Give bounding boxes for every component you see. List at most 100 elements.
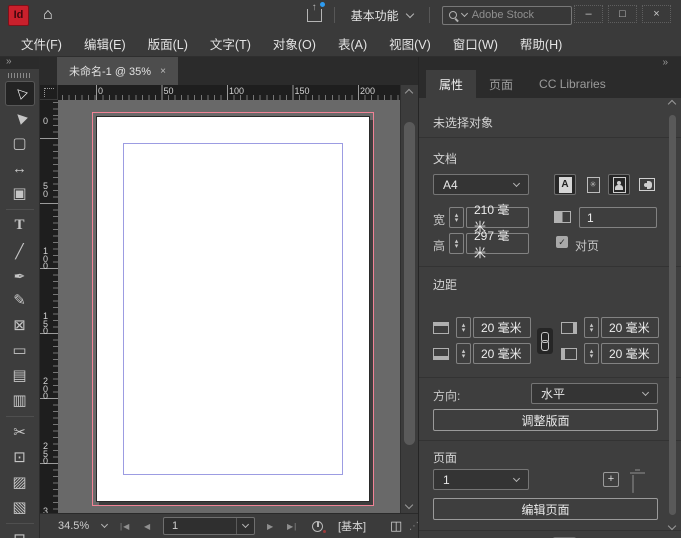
horizontal-ruler[interactable]: 0 50 100 150 200 bbox=[58, 85, 400, 100]
scroll-down-icon[interactable] bbox=[404, 500, 414, 510]
vertical-ruler[interactable]: 050100150200250300 bbox=[40, 100, 58, 513]
margin-inside-field[interactable]: 20 毫米 bbox=[601, 317, 659, 338]
menu-item[interactable]: 视图(V) bbox=[378, 34, 442, 53]
menu-item[interactable]: 编辑(E) bbox=[73, 34, 137, 53]
previous-page-button[interactable]: ◀ bbox=[144, 514, 151, 538]
line-tool[interactable]: ╱ bbox=[0, 238, 39, 263]
orientation-portrait-button[interactable] bbox=[608, 174, 630, 195]
collapse-panel-icon[interactable]: » bbox=[662, 58, 668, 68]
frame-tool[interactable]: ⊠ bbox=[0, 313, 39, 338]
scissors-tool[interactable]: ✂ bbox=[0, 420, 39, 445]
content-collector-tool[interactable]: ▣ bbox=[0, 181, 39, 206]
page-select-value: 1 bbox=[443, 472, 450, 487]
search-scope-chevron-icon[interactable] bbox=[460, 9, 468, 18]
step-down-icon[interactable]: ▾ bbox=[462, 327, 466, 334]
facing-pages-checkbox[interactable]: ✓ bbox=[556, 236, 568, 248]
edit-pages-button[interactable]: 编辑页面 bbox=[433, 498, 658, 520]
pen-tool[interactable]: ✒ bbox=[0, 263, 39, 288]
writing-direction-horizontal-button[interactable]: A bbox=[554, 174, 576, 195]
width-stepper[interactable]: ▴ ▾ bbox=[449, 207, 464, 228]
document-page[interactable] bbox=[92, 112, 374, 506]
last-page-button[interactable]: ▶| bbox=[287, 514, 297, 538]
preflight-button[interactable] bbox=[312, 514, 326, 538]
link-margins-button[interactable] bbox=[537, 328, 553, 354]
adjust-layout-button[interactable]: 调整版面 bbox=[433, 409, 658, 431]
step-down-icon[interactable]: ▾ bbox=[455, 217, 459, 224]
close-button[interactable]: × bbox=[642, 5, 671, 23]
scroll-down-icon[interactable] bbox=[667, 521, 677, 531]
margin-top-stepper[interactable]: ▴ ▾ bbox=[456, 317, 471, 338]
height-field[interactable]: 297 毫米 bbox=[466, 229, 529, 260]
home-icon[interactable]: ⌂ bbox=[43, 6, 53, 24]
menu-item[interactable]: 表(A) bbox=[327, 34, 378, 53]
direction-select[interactable]: 水平 bbox=[531, 383, 658, 404]
menu-item[interactable]: 对象(O) bbox=[262, 34, 327, 53]
scrollbar-thumb[interactable] bbox=[404, 122, 415, 445]
orientation-landscape-button[interactable] bbox=[636, 174, 658, 195]
page-number-select[interactable]: 1 bbox=[163, 517, 255, 535]
margin-outside-field[interactable]: 20 毫米 bbox=[601, 343, 659, 364]
width-field[interactable]: 210 毫米 bbox=[466, 203, 529, 234]
share-icon[interactable]: ↑ bbox=[306, 1, 325, 22]
menu-item[interactable]: 版面(L) bbox=[137, 34, 199, 53]
free-transform-tool[interactable]: ⊡ bbox=[0, 445, 39, 470]
note-tool[interactable]: ⊟ bbox=[0, 527, 39, 538]
menu-item[interactable]: 文件(F) bbox=[10, 34, 73, 53]
first-page-button[interactable]: |◀ bbox=[120, 514, 130, 538]
pasteboard[interactable] bbox=[58, 100, 400, 513]
margin-bottom-stepper[interactable]: ▴ ▾ bbox=[456, 343, 471, 364]
margin-outside-stepper[interactable]: ▴ ▾ bbox=[584, 343, 599, 364]
maximize-button[interactable]: □ bbox=[608, 5, 637, 23]
step-down-icon[interactable]: ▾ bbox=[590, 353, 594, 360]
menu-item[interactable]: 文字(T) bbox=[199, 34, 262, 53]
expand-panel-icon[interactable]: » bbox=[6, 57, 12, 67]
step-down-icon[interactable]: ▾ bbox=[590, 327, 594, 334]
gap-tool[interactable]: ↔ bbox=[0, 156, 39, 181]
page-tool[interactable]: ▢ bbox=[0, 131, 39, 156]
page-size-select[interactable]: A4 bbox=[433, 174, 529, 195]
page-select-chevron[interactable] bbox=[236, 518, 254, 534]
ruler-origin[interactable] bbox=[40, 85, 58, 100]
horizontal-grid-tool[interactable]: ▤ bbox=[0, 363, 39, 388]
zoom-dropdown-icon[interactable] bbox=[100, 514, 109, 538]
close-tab-icon[interactable]: × bbox=[160, 66, 166, 77]
writing-direction-vertical-button[interactable]: ✳ bbox=[582, 174, 604, 195]
next-page-button[interactable]: ▶ bbox=[267, 514, 274, 538]
panel-scrollbar[interactable] bbox=[664, 98, 681, 538]
tab-properties[interactable]: 属性 bbox=[426, 70, 477, 98]
selection-tool[interactable]: ▷ bbox=[4, 81, 35, 106]
tab-pages[interactable]: 页面 bbox=[476, 70, 527, 98]
scroll-up-icon[interactable] bbox=[404, 88, 414, 98]
menu-item[interactable]: 帮助(H) bbox=[509, 34, 573, 53]
spread-view-icon[interactable]: ◫ bbox=[390, 514, 402, 538]
margin-bottom-field[interactable]: 20 毫米 bbox=[473, 343, 531, 364]
step-down-icon[interactable]: ▾ bbox=[455, 243, 459, 250]
minimize-button[interactable]: – bbox=[574, 5, 603, 23]
page-select[interactable]: 1 bbox=[433, 469, 529, 490]
delete-page-icon[interactable] bbox=[632, 475, 634, 493]
height-stepper[interactable]: ▴ ▾ bbox=[449, 233, 464, 254]
margin-top-field[interactable]: 20 毫米 bbox=[473, 317, 531, 338]
margin-inside-stepper[interactable]: ▴ ▾ bbox=[584, 317, 599, 338]
document-tab[interactable]: 未命名-1 @ 35% × bbox=[57, 57, 178, 85]
page-count-field[interactable]: 1 bbox=[579, 207, 657, 228]
scroll-up-icon[interactable] bbox=[667, 99, 677, 109]
workspace-switcher[interactable]: 基本功能 bbox=[347, 7, 417, 24]
rectangle-tool[interactable]: ▭ bbox=[0, 338, 39, 363]
adobe-stock-search-input[interactable]: Adobe Stock bbox=[441, 5, 572, 25]
add-page-button[interactable]: + bbox=[603, 472, 619, 487]
type-tool[interactable]: T bbox=[0, 213, 39, 238]
menu-item[interactable]: 窗口(W) bbox=[442, 34, 509, 53]
canvas-vertical-scrollbar[interactable] bbox=[400, 85, 418, 513]
pencil-tool[interactable]: ✎ bbox=[0, 288, 39, 313]
vertical-grid-tool[interactable]: ▥ bbox=[0, 388, 39, 413]
zoom-level[interactable]: 34.5% bbox=[58, 514, 89, 538]
preflight-profile[interactable]: [基本] bbox=[338, 514, 366, 538]
direct-selection-tool[interactable]: ▶ bbox=[0, 106, 39, 131]
step-down-icon[interactable]: ▾ bbox=[462, 353, 466, 360]
scrollbar-thumb[interactable] bbox=[669, 115, 676, 515]
tools-panel-grip[interactable] bbox=[7, 73, 32, 78]
gradient-swatch-tool[interactable]: ▨ bbox=[0, 470, 39, 495]
gradient-feather-tool[interactable]: ▧ bbox=[0, 495, 39, 520]
tab-cc-libraries[interactable]: CC Libraries bbox=[526, 70, 619, 98]
